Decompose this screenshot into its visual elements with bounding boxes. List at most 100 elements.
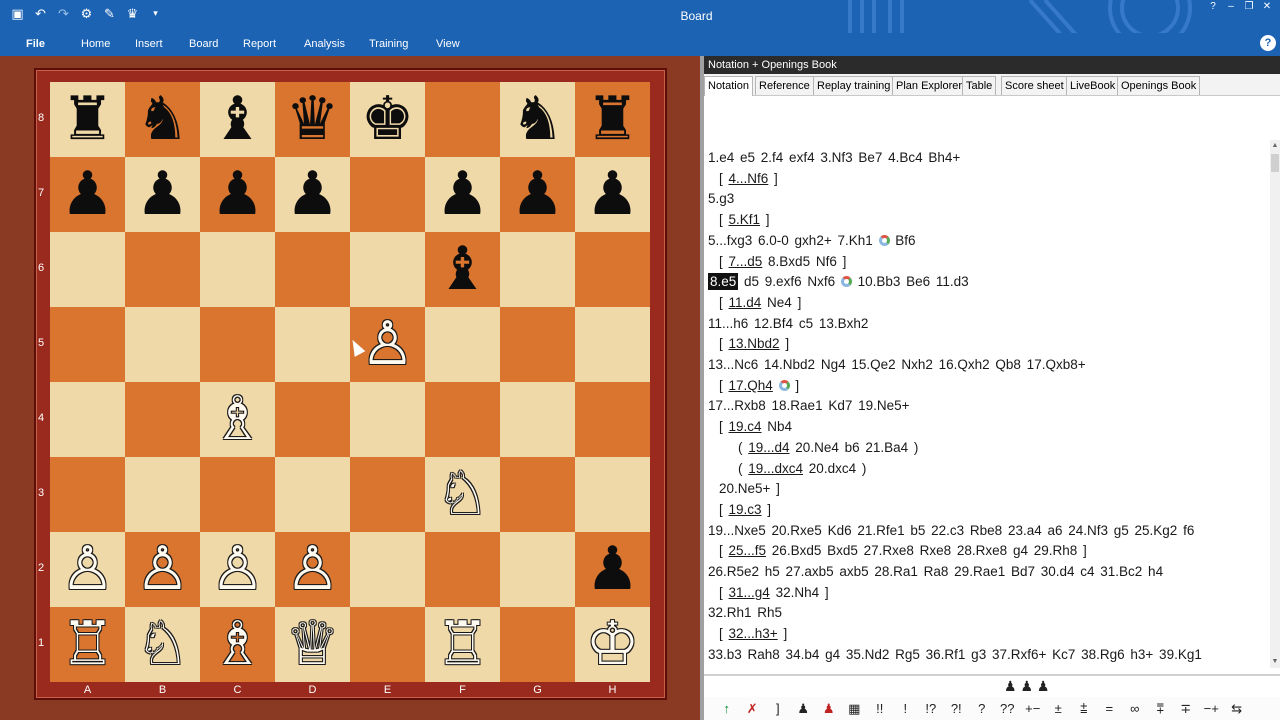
square-c2[interactable]: ♙	[200, 532, 275, 607]
square-g3[interactable]	[500, 457, 575, 532]
square-a3[interactable]	[50, 457, 125, 532]
square-b8[interactable]: ♞	[125, 82, 200, 157]
tab-table[interactable]: Table	[962, 76, 997, 95]
square-f7[interactable]: ♟	[425, 157, 500, 232]
square-h7[interactable]: ♟	[575, 157, 650, 232]
notation-line[interactable]: [ 11.d4 Ne4 ]	[719, 293, 801, 312]
annotation-symbol-button[interactable]: ?	[969, 701, 995, 716]
notation-line[interactable]: [ 25...f5 26.Bxd5 Bxd5 27.Rxe8 Rxe8 28.R…	[719, 541, 1087, 560]
variation-move[interactable]: 25...f5	[729, 543, 767, 558]
square-b3[interactable]	[125, 457, 200, 532]
annotation-symbol-button[interactable]: +−	[1020, 701, 1046, 716]
notation-text[interactable]: 1.e4 e5 2.f4 exf4 3.Nf3 Be7 4.Bc4 Bh4+ [ …	[704, 148, 1270, 668]
notation-line[interactable]: 8.e5 d5 9.exf6 Nxf6 10.Bb3 Be6 11.d3	[708, 272, 969, 291]
square-b1[interactable]: ♘	[125, 607, 200, 682]
square-e8[interactable]: ♚	[350, 82, 425, 157]
notation-line[interactable]: [ 19.c4 Nb4	[719, 417, 792, 436]
notation-line[interactable]: 13...Nc6 14.Nbd2 Ng4 15.Qe2 Nxh2 16.Qxh2…	[708, 355, 1086, 374]
square-d4[interactable]	[275, 382, 350, 457]
notation-line[interactable]: 17...Rxb8 18.Rae1 Kd7 19.Ne5+	[708, 396, 910, 415]
square-f5[interactable]	[425, 307, 500, 382]
black-piece[interactable]: ♟	[586, 157, 640, 232]
square-b5[interactable]	[125, 307, 200, 382]
tab-file[interactable]: File	[26, 38, 45, 50]
square-b2[interactable]: ♙	[125, 532, 200, 607]
tab-score-sheet[interactable]: Score sheet	[1001, 76, 1068, 95]
square-e4[interactable]	[350, 382, 425, 457]
square-d6[interactable]	[275, 232, 350, 307]
annotation-symbol-button[interactable]: ∞	[1122, 701, 1148, 716]
notation-line[interactable]: [ 13.Nbd2 ]	[719, 334, 789, 353]
notation-line[interactable]: 26.R5e2 h5 27.axb5 axb5 28.Ra1 Ra8 29.Ra…	[708, 562, 1163, 581]
tab-replay-training[interactable]: Replay training	[813, 76, 895, 95]
black-piece[interactable]: ♚	[361, 82, 415, 157]
black-piece[interactable]: ♟	[436, 157, 490, 232]
square-d7[interactable]: ♟	[275, 157, 350, 232]
scroll-down-icon[interactable]: ▼	[1270, 656, 1280, 668]
black-piece[interactable]: ♜	[61, 82, 115, 157]
help-icon[interactable]: ?	[1260, 35, 1276, 51]
minimize-icon[interactable]: –	[1226, 1, 1236, 12]
square-c6[interactable]	[200, 232, 275, 307]
square-g4[interactable]	[500, 382, 575, 457]
notation-line[interactable]: 11...h6 12.Bf4 c5 13.Bxh2	[708, 314, 868, 333]
annotation-symbol-button[interactable]: ∓	[1173, 701, 1199, 717]
notation-line[interactable]: [ 5.Kf1 ]	[719, 210, 770, 229]
notation-line[interactable]: 33.b3 Rah8 34.b4 g4 35.Nd2 Rg5 36.Rf1 g3…	[708, 645, 1202, 664]
square-f3[interactable]: ♘	[425, 457, 500, 532]
tab-board[interactable]: Board	[189, 38, 218, 50]
tab-analysis[interactable]: Analysis	[304, 38, 345, 50]
tab-livebook[interactable]: LiveBook	[1066, 76, 1120, 95]
square-c5[interactable]	[200, 307, 275, 382]
variation-move[interactable]: 5.Kf1	[729, 212, 761, 227]
notation-line[interactable]: ( 19...dxc4 20.dxc4 )	[738, 459, 866, 478]
square-a2[interactable]: ♙	[50, 532, 125, 607]
black-piece[interactable]: ♞	[511, 82, 565, 157]
white-piece[interactable]: ♙	[211, 532, 265, 607]
tab-training[interactable]: Training	[369, 38, 408, 50]
tab-notation[interactable]: Notation	[704, 76, 753, 96]
square-g8[interactable]: ♞	[500, 82, 575, 157]
square-f6[interactable]: ♝	[425, 232, 500, 307]
variation-move[interactable]: 11.d4	[729, 295, 762, 310]
chess-board[interactable]: ♜ ♞ ♝ ♛ ♚ ♞ ♜ ♟ ♟ ♟ ♟ ♟ ♟ ♟ ♝ ♙ ♗ ♘ ♙ ♙ ♙ ♙ ♟ ♖ ♘ ♗ ♕ ♖ ♔	[50, 82, 650, 682]
variation-move[interactable]: 13.Nbd2	[729, 336, 780, 351]
square-c8[interactable]: ♝	[200, 82, 275, 157]
variation-move[interactable]: 19...d4	[748, 440, 789, 455]
variation-move[interactable]: 19.c3	[729, 502, 762, 517]
square-b4[interactable]	[125, 382, 200, 457]
white-piece[interactable]: ♙	[61, 532, 115, 607]
square-h6[interactable]	[575, 232, 650, 307]
square-a8[interactable]: ♜	[50, 82, 125, 157]
variation-move[interactable]: 32...h3+	[729, 626, 778, 641]
square-a6[interactable]	[50, 232, 125, 307]
black-piece[interactable]: ♟	[286, 157, 340, 232]
help-small-icon[interactable]: ?	[1208, 1, 1218, 12]
black-piece[interactable]: ♟	[586, 532, 640, 607]
white-piece[interactable]: ♖	[436, 607, 490, 682]
annotation-symbol-button[interactable]: ⩲	[1071, 701, 1097, 717]
square-d3[interactable]	[275, 457, 350, 532]
variation-move[interactable]: 4...Nf6	[729, 171, 769, 186]
notation-line[interactable]: 19...Nxe5 20.Rxe5 Kd6 21.Rfe1 b5 22.c3 R…	[708, 521, 1194, 540]
notation-line[interactable]: 32.Rh1 Rh5	[708, 603, 782, 622]
annotation-symbol-button[interactable]: !?	[918, 701, 944, 716]
white-piece[interactable]: ♕	[286, 607, 340, 682]
variation-move[interactable]: 19.c4	[729, 419, 762, 434]
annotation-symbol-button[interactable]: ↑	[714, 701, 740, 716]
white-piece[interactable]: ♘	[436, 457, 490, 532]
square-d8[interactable]: ♛	[275, 82, 350, 157]
square-d2[interactable]: ♙	[275, 532, 350, 607]
square-g7[interactable]: ♟	[500, 157, 575, 232]
tab-view[interactable]: View	[436, 38, 460, 50]
tab-plan-explorer[interactable]: Plan Explorer	[892, 76, 967, 95]
white-piece[interactable]: ♗	[211, 607, 265, 682]
white-piece[interactable]: ♔	[586, 607, 640, 682]
notation-line[interactable]: [ 32...h3+ ]	[719, 624, 787, 643]
white-piece[interactable]: ♙	[136, 532, 190, 607]
variation-move[interactable]: 19...dxc4	[748, 461, 803, 476]
black-piece[interactable]: ♝	[436, 232, 490, 307]
scroll-thumb[interactable]	[1271, 154, 1279, 172]
square-a1[interactable]: ♖	[50, 607, 125, 682]
square-e7[interactable]	[350, 157, 425, 232]
